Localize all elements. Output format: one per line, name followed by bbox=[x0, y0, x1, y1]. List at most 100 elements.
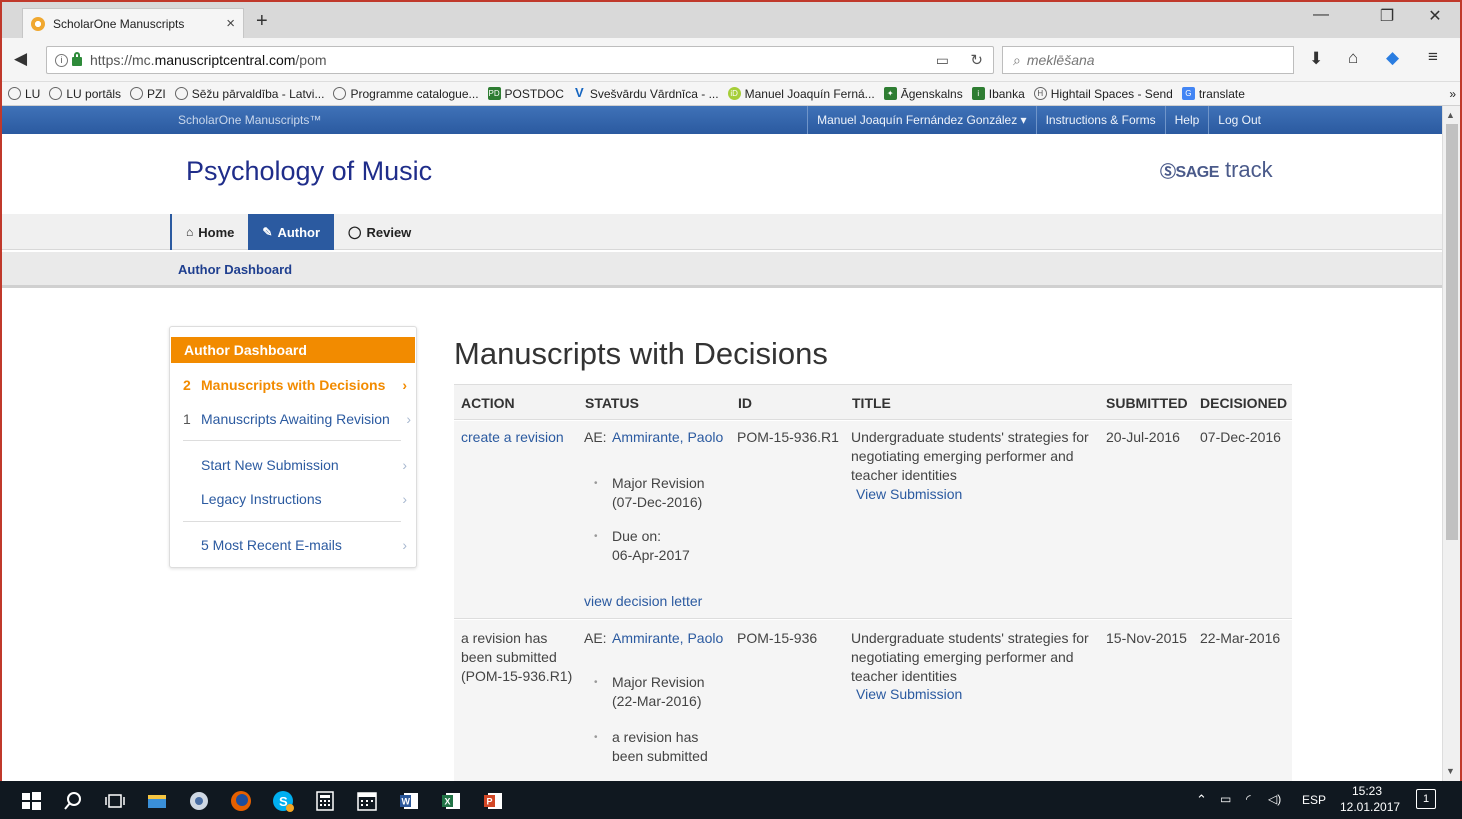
globe-icon bbox=[333, 87, 347, 100]
ae-name-link[interactable]: Ammirante, Paolo bbox=[612, 428, 723, 447]
user-menu[interactable]: Manuel Joaquín Fernández González ▾ bbox=[807, 106, 1035, 134]
manuscript-id: POM-15-936.R1 bbox=[737, 429, 839, 445]
bookmark-item[interactable]: H Hightail Spaces - Send bbox=[1033, 87, 1173, 101]
minimize-icon[interactable]: — bbox=[1298, 6, 1344, 24]
col-decisioned: DECISIONED bbox=[1200, 395, 1288, 411]
bookmark-item[interactable]: ✦ Āgenskalns bbox=[883, 87, 963, 101]
browser-tab[interactable]: ScholarOne Manuscripts × bbox=[22, 8, 244, 38]
table-row: create a revision AE: Ammirante, Paolo M… bbox=[454, 421, 1292, 619]
calendar-icon[interactable] bbox=[356, 790, 378, 812]
bookmarks-overflow-icon[interactable]: » bbox=[1449, 87, 1456, 101]
bookmark-item[interactable]: LU portāls bbox=[49, 87, 121, 101]
orcid-icon: iD bbox=[727, 87, 741, 100]
globe-icon bbox=[174, 87, 188, 100]
globe-icon bbox=[8, 87, 21, 100]
bookmark-item[interactable]: PD POSTDOC bbox=[487, 87, 564, 101]
bookmark-label: Manuel Joaquín Ferná... bbox=[744, 86, 875, 101]
view-decision-letter-link[interactable]: view decision letter bbox=[584, 592, 702, 611]
sidebar-item-manuscripts-with-decisions[interactable]: 2 Manuscripts with Decisions › bbox=[183, 377, 407, 393]
excel-icon[interactable]: X bbox=[440, 790, 462, 812]
view-submission-link[interactable]: View Submission bbox=[856, 685, 962, 704]
notification-icon[interactable]: 1 bbox=[1416, 789, 1436, 809]
menu-icon[interactable]: ≡ bbox=[1428, 47, 1438, 67]
sidebar-item-legacy-instructions[interactable]: Legacy Instructions › bbox=[183, 491, 407, 507]
col-submitted: SUBMITTED bbox=[1106, 395, 1188, 411]
bookmark-item[interactable]: V Svešvārdu Vārdnīca - ... bbox=[573, 85, 719, 101]
scroll-thumb[interactable] bbox=[1446, 124, 1458, 540]
help-link[interactable]: Help bbox=[1164, 106, 1209, 134]
tray-chevron-icon[interactable]: ⌃ bbox=[1196, 792, 1207, 808]
tab-review[interactable]: ◯ Review bbox=[334, 214, 425, 250]
language-indicator[interactable]: ESP bbox=[1302, 793, 1326, 807]
clock-date[interactable]: 12.01.2017 bbox=[1340, 800, 1400, 814]
firefox-icon[interactable] bbox=[230, 790, 252, 812]
status-decision: Major Revision(07-Dec-2016) bbox=[594, 474, 705, 512]
bookmark-item[interactable]: iD Manuel Joaquín Ferná... bbox=[727, 86, 875, 101]
info-icon[interactable]: i bbox=[55, 53, 68, 67]
home-icon[interactable]: ⌂ bbox=[1348, 48, 1358, 68]
bookmark-label: Sēžu pārvaldība - Latvi... bbox=[191, 86, 325, 101]
journal-title: Psychology of Music bbox=[186, 156, 433, 186]
task-view-icon[interactable] bbox=[104, 790, 126, 812]
restore-icon[interactable]: ❐ bbox=[1364, 6, 1410, 26]
chevron-right-icon: › bbox=[402, 491, 407, 507]
tab-author[interactable]: ✎ Author bbox=[248, 214, 335, 250]
ae-label: AE: bbox=[584, 630, 607, 646]
logout-link[interactable]: Log Out bbox=[1208, 106, 1270, 134]
vertical-scrollbar[interactable]: ▲ ▼ bbox=[1442, 106, 1460, 783]
sidebar-item-recent-emails[interactable]: 5 Most Recent E-mails › bbox=[183, 537, 407, 553]
volume-icon[interactable]: ◁) bbox=[1268, 792, 1281, 806]
skype-icon[interactable]: S bbox=[272, 790, 294, 812]
new-tab-button[interactable]: + bbox=[256, 10, 268, 33]
view-submission-link[interactable]: View Submission bbox=[856, 485, 962, 504]
bookmark-item[interactable]: Programme catalogue... bbox=[333, 86, 479, 101]
windows-start-icon[interactable] bbox=[20, 790, 42, 812]
download-icon[interactable]: ⬇ bbox=[1309, 49, 1323, 69]
create-revision-link[interactable]: create a revision bbox=[461, 428, 564, 447]
v-icon: V bbox=[575, 85, 584, 100]
reload-icon[interactable]: ↻ bbox=[970, 51, 983, 69]
reader-view-icon[interactable]: ▭ bbox=[936, 52, 949, 69]
bookmark-item[interactable]: Gtranslate bbox=[1181, 87, 1245, 101]
back-icon[interactable]: ◀ bbox=[14, 49, 27, 69]
status-decision: Major Revision(22-Mar-2016) bbox=[594, 673, 705, 711]
word-icon[interactable]: W bbox=[398, 790, 420, 812]
powerpoint-icon[interactable]: P bbox=[482, 790, 504, 812]
postdoc-icon: PD bbox=[487, 87, 501, 100]
bookmark-item[interactable]: i Ibanka bbox=[971, 87, 1025, 101]
app-icon[interactable] bbox=[188, 790, 210, 812]
file-explorer-icon[interactable] bbox=[146, 790, 168, 812]
sage-track-logo: ⓈSAGE track bbox=[1160, 157, 1273, 182]
bookmark-label: Programme catalogue... bbox=[350, 86, 479, 101]
ae-name-link[interactable]: Ammirante, Paolo bbox=[612, 629, 723, 648]
bookmark-item[interactable]: LU bbox=[8, 87, 40, 101]
instructions-link[interactable]: Instructions & Forms bbox=[1035, 106, 1165, 134]
breadcrumb[interactable]: Author Dashboard bbox=[178, 262, 292, 277]
clock-time[interactable]: 15:23 bbox=[1352, 784, 1382, 798]
bookmarks-bar: LU LU portāls PZI Sēžu pārvaldība - Latvi..… bbox=[2, 82, 1460, 106]
window-close-icon[interactable]: ✕ bbox=[1412, 6, 1458, 26]
sidebar-item-manuscripts-awaiting-revision[interactable]: 1 Manuscripts Awaiting Revision › bbox=[183, 411, 411, 427]
svg-text:X: X bbox=[445, 797, 451, 807]
search-icon[interactable] bbox=[62, 790, 84, 812]
bookmark-item[interactable]: PZI bbox=[130, 87, 166, 101]
status-due: Due on:06-Apr-2017 bbox=[594, 527, 690, 565]
network-icon[interactable]: ▭ bbox=[1220, 792, 1231, 806]
bookmark-label: LU bbox=[25, 86, 41, 101]
url-bar[interactable]: i https://mc.manuscriptcentral.com/pom ▭… bbox=[46, 46, 994, 74]
wifi-icon[interactable]: ◜ bbox=[1246, 792, 1251, 806]
tab-close-icon[interactable]: × bbox=[226, 15, 235, 32]
sidebar-item-start-new-submission[interactable]: Start New Submission › bbox=[183, 457, 407, 473]
pocket-icon[interactable]: ◆ bbox=[1386, 48, 1399, 68]
search-input[interactable]: ⌕ meklēšana bbox=[1002, 46, 1294, 74]
scroll-up-icon[interactable]: ▲ bbox=[1446, 110, 1455, 120]
windows-taskbar: S W X P ⌃ ▭ ◜ ◁) ESP 15:23 12.01.2017 1 bbox=[0, 781, 1462, 819]
search-icon: ⌕ bbox=[1013, 51, 1021, 68]
bookmark-item[interactable]: Sēžu pārvaldība - Latvi... bbox=[174, 86, 325, 101]
chevron-right-icon: › bbox=[402, 377, 407, 393]
tab-home[interactable]: ⌂ Home bbox=[170, 214, 248, 250]
bookmark-label: Svešvārdu Vārdnīca - ... bbox=[589, 86, 719, 101]
manuscript-id: POM-15-936 bbox=[737, 630, 818, 646]
calculator-icon[interactable] bbox=[314, 790, 336, 812]
scroll-down-icon[interactable]: ▼ bbox=[1446, 766, 1455, 776]
